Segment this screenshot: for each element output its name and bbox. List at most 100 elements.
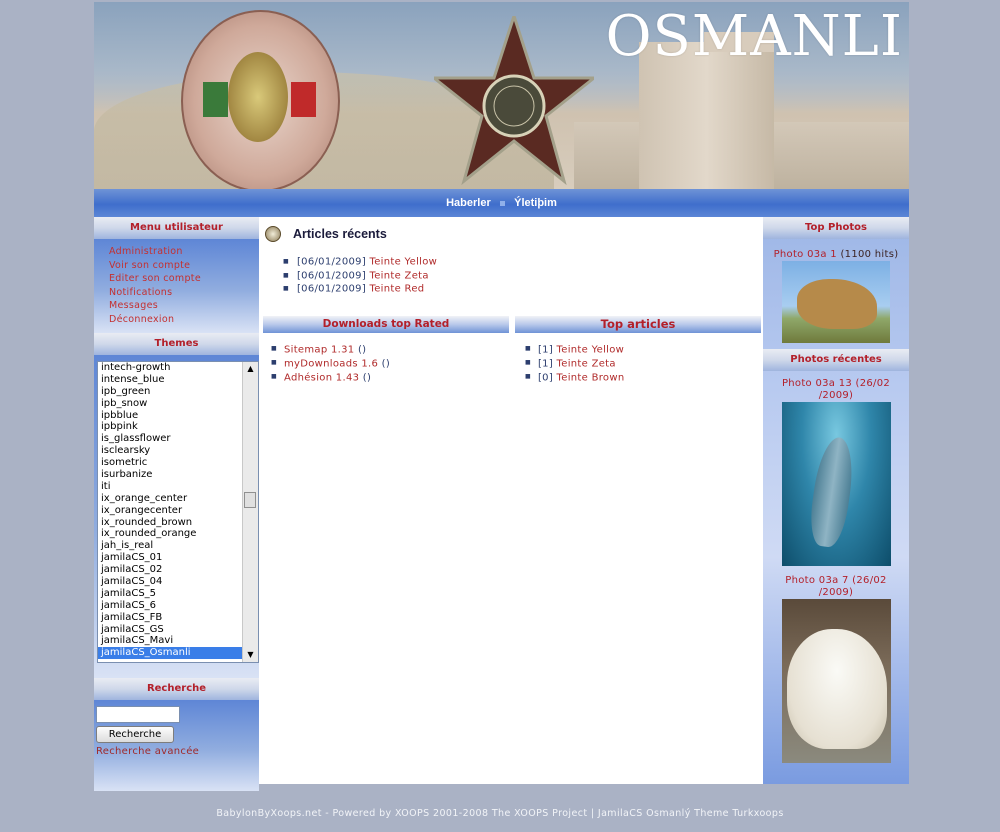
theme-option[interactable]: jamilaCS_GS: [98, 624, 258, 636]
camel-photo[interactable]: [782, 261, 890, 343]
theme-list-scrollbar[interactable]: ▲ ▼: [242, 362, 258, 662]
right-sidebar: Top Photos Photo 03a 1 (1100 hits) Photo…: [763, 217, 909, 784]
download-link[interactable]: Sitemap 1.31: [284, 344, 354, 355]
recent-photos-title: Photos récentes: [763, 349, 909, 371]
dolphin-photo[interactable]: [781, 402, 891, 566]
list-item: [1] Teinte Yellow: [525, 343, 761, 357]
photo-link[interactable]: Photo 03a 7: [785, 575, 848, 586]
theme-option[interactable]: jamilaCS_Osmanli: [98, 647, 258, 660]
top-articles-block: Top articles [1] Teinte Yellow [1] Teint…: [515, 316, 761, 384]
theme-option[interactable]: jah_is_real: [98, 540, 258, 552]
top-photos-block: Photo 03a 1 (1100 hits): [763, 239, 909, 349]
search-block: Recherche Recherche avancée: [94, 700, 259, 791]
theme-option[interactable]: jamilaCS_Mavi: [98, 635, 258, 647]
list-item: [06/01/2009] Teinte Yellow: [283, 255, 757, 269]
theme-option[interactable]: intense_blue: [98, 374, 258, 386]
photo-link[interactable]: Photo 03a 13: [782, 378, 852, 389]
emblem-center-icon: [228, 52, 288, 142]
recent-articles-list: [06/01/2009] Teinte Yellow [06/01/2009] …: [283, 255, 757, 296]
article-date: [06/01/2009]: [296, 283, 367, 295]
downloads-block: Downloads top Rated Sitemap 1.31 () myDo…: [263, 316, 509, 384]
ottoman-coat-of-arms-icon: [181, 10, 340, 189]
theme-option[interactable]: ix_rounded_orange: [98, 528, 258, 540]
article-link[interactable]: Teinte Red: [370, 284, 425, 295]
menu-link-administration[interactable]: Administration: [109, 245, 259, 259]
nav-separator: [499, 200, 505, 206]
recent-photos-block: Photo 03a 13 (26/02 /2009) Photo 03a 7 (…: [763, 371, 909, 763]
theme-option[interactable]: ipb_snow: [98, 398, 258, 410]
theme-option[interactable]: ipb_green: [98, 386, 258, 398]
theme-option[interactable]: ix_orange_center: [98, 493, 258, 505]
article-date: [06/01/2009]: [296, 256, 367, 268]
article-link[interactable]: Teinte Brown: [557, 372, 625, 383]
photo-caption: Photo 03a 1 (1100 hits): [763, 249, 909, 261]
left-sidebar: Menu utilisateur Administration Voir son…: [94, 217, 259, 791]
theme-option[interactable]: intech-growth: [98, 362, 258, 374]
download-link[interactable]: myDownloads 1.6: [284, 358, 378, 369]
page: OSMANLI Haberler Ýletiþim Menu utilisate…: [94, 2, 909, 791]
search-button[interactable]: Recherche: [96, 726, 174, 743]
menu-link-edit-account[interactable]: Editer son compte: [109, 272, 259, 286]
article-count: [1]: [537, 358, 554, 369]
nav-link-haberler[interactable]: Haberler: [446, 197, 491, 209]
article-link[interactable]: Teinte Yellow: [557, 344, 625, 355]
article-bullet-icon: [265, 226, 281, 242]
scroll-thumb[interactable]: [244, 492, 256, 508]
article-link[interactable]: Teinte Zeta: [370, 270, 429, 281]
star-medal-icon: [434, 16, 594, 186]
download-rating: (): [362, 371, 372, 383]
search-input[interactable]: [96, 706, 180, 723]
theme-option[interactable]: isurbanize: [98, 469, 258, 481]
search-title: Recherche: [94, 678, 259, 700]
list-item: Sitemap 1.31 (): [271, 343, 509, 357]
theme-option[interactable]: ipbblue: [98, 410, 258, 422]
theme-option[interactable]: jamilaCS_02: [98, 564, 258, 576]
article-link[interactable]: Teinte Yellow: [370, 257, 438, 268]
menu-link-logout[interactable]: Déconnexion: [109, 313, 259, 327]
photo-link[interactable]: Photo 03a 1: [774, 249, 837, 260]
theme-option[interactable]: is_glassflower: [98, 433, 258, 445]
theme-option[interactable]: ix_rounded_brown: [98, 517, 258, 529]
theme-option[interactable]: jamilaCS_04: [98, 576, 258, 588]
polar-bear-photo[interactable]: [781, 599, 891, 763]
themes-title: Themes: [94, 333, 259, 355]
main-content: Articles récents [06/01/2009] Teinte Yel…: [259, 217, 763, 784]
dolphin-body: [806, 435, 857, 549]
theme-option[interactable]: ix_orangecenter: [98, 505, 258, 517]
theme-option[interactable]: jamilaCS_01: [98, 552, 258, 564]
download-rating: (): [357, 344, 367, 356]
main-nav: Haberler Ýletiþim: [94, 189, 909, 217]
theme-option[interactable]: jamilaCS_5: [98, 588, 258, 600]
themes-block: intech-growth intense_blue ipb_green ipb_sn…: [94, 355, 259, 678]
theme-option[interactable]: iti: [98, 481, 258, 493]
downloads-title: Downloads top Rated: [263, 316, 509, 333]
nav-link-iletisim[interactable]: Ýletiþim: [514, 197, 557, 209]
list-item: myDownloads 1.6 (): [271, 357, 509, 371]
menu-link-notifications[interactable]: Notifications: [109, 286, 259, 300]
downloads-list: Sitemap 1.31 () myDownloads 1.6 () Adhés…: [271, 343, 509, 384]
scroll-up-arrow-icon[interactable]: ▲: [243, 362, 258, 376]
menu-link-messages[interactable]: Messages: [109, 299, 259, 313]
download-link[interactable]: Adhésion 1.43: [284, 372, 359, 383]
photo-hits: (1100 hits): [840, 249, 899, 260]
user-menu-title: Menu utilisateur: [94, 217, 259, 239]
photo-caption: Photo 03a 13 (26/02 /2009): [763, 378, 909, 402]
article-count: [1]: [537, 344, 554, 356]
recent-articles-title: Articles récents: [293, 227, 387, 241]
theme-option[interactable]: ipbpink: [98, 421, 258, 433]
top-articles-list: [1] Teinte Yellow [1] Teinte Zeta [0] Te…: [525, 343, 761, 384]
green-flag-icon: [203, 82, 228, 117]
scroll-down-arrow-icon[interactable]: ▼: [243, 648, 258, 662]
advanced-search-link[interactable]: Recherche avancée: [96, 746, 259, 757]
camel-head: [797, 279, 877, 329]
red-flag-icon: [291, 82, 316, 117]
theme-option[interactable]: jamilaCS_FB: [98, 612, 258, 624]
article-link[interactable]: Teinte Zeta: [557, 358, 616, 369]
theme-select-list[interactable]: intech-growth intense_blue ipb_green ipb_sn…: [97, 361, 259, 663]
polar-bear-body: [786, 629, 887, 749]
theme-option[interactable]: jamilaCS_6: [98, 600, 258, 612]
theme-option[interactable]: isometric: [98, 457, 258, 469]
menu-link-view-account[interactable]: Voir son compte: [109, 259, 259, 273]
footer: BabylonByXoops.net - Powered by XOOPS 20…: [216, 808, 784, 819]
theme-option[interactable]: isclearsky: [98, 445, 258, 457]
